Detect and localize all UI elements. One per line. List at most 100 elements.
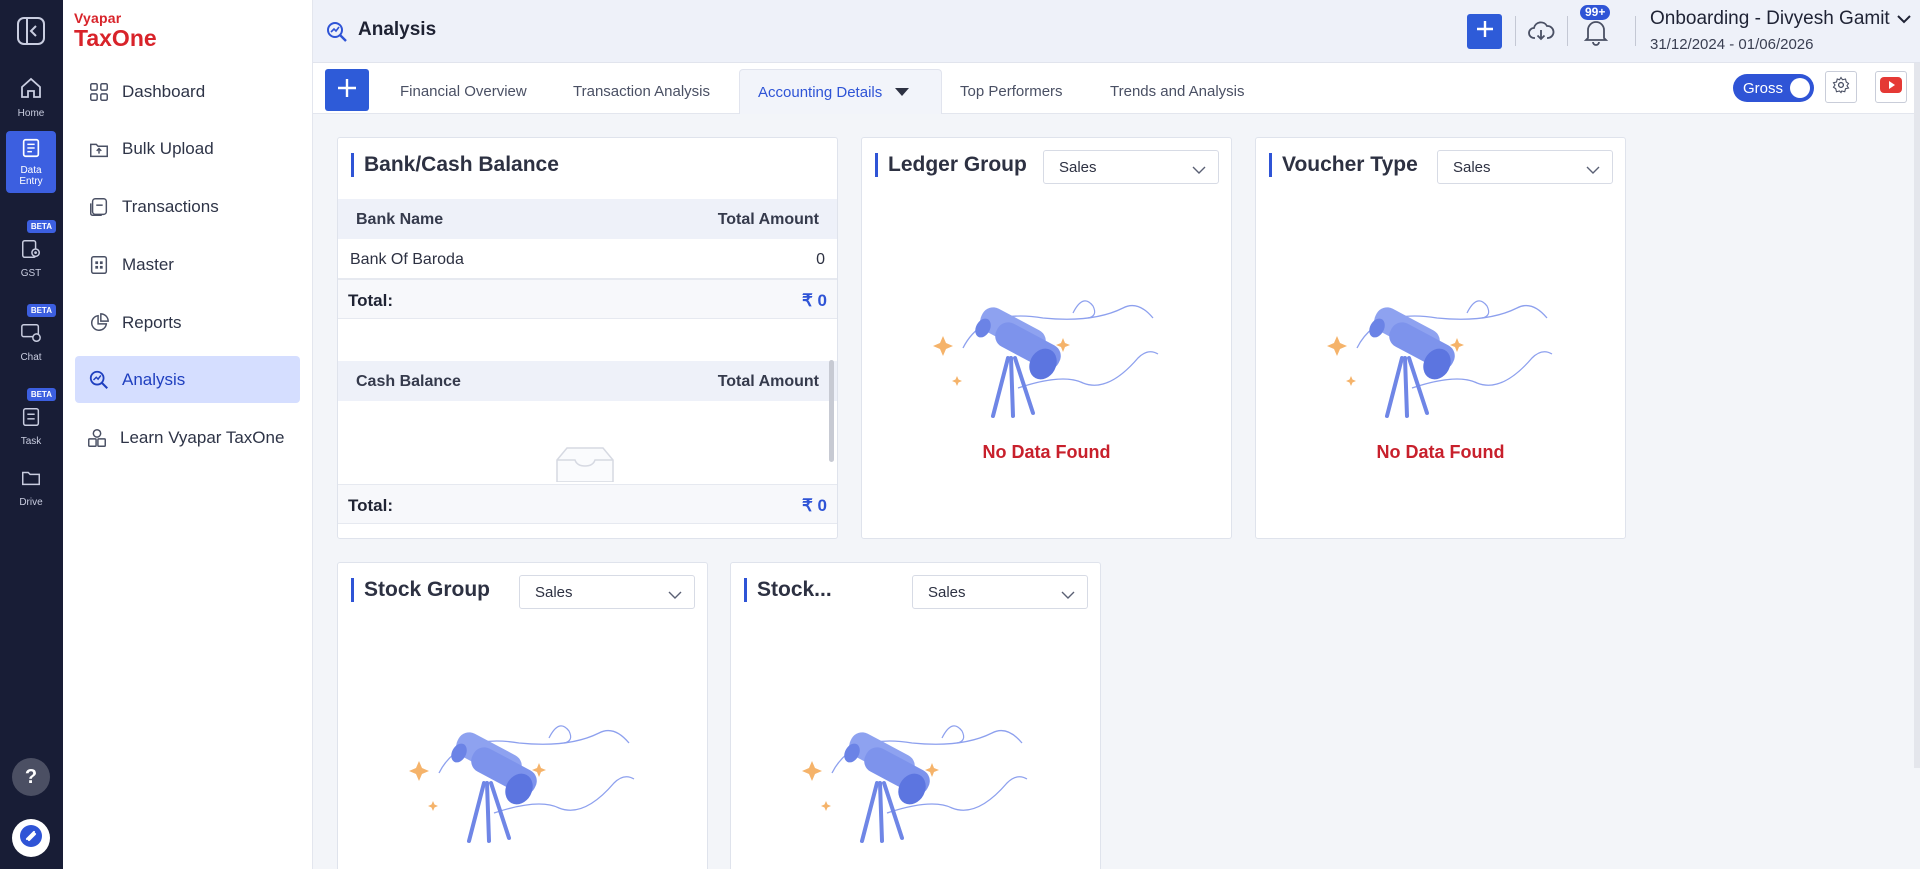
sidebar-item-analysis[interactable]: Analysis [75,356,300,403]
rail-label-line2: Entry [19,176,43,187]
sidebar-item-learn[interactable]: Learn Vyapar TaxOne [75,414,300,461]
help-button[interactable]: ? [12,758,50,796]
bank-name-cell: Bank Of Baroda [350,251,464,268]
column-header: Cash Balance [356,373,461,390]
icon-rail: Home Data Entry BETA GST BETA Chat BETA … [0,0,63,869]
sidebar-item-master[interactable]: Master [75,241,300,288]
gear-icon [1832,75,1850,99]
support-chat-icon [17,822,45,855]
card-title: Voucher Type [1269,153,1418,177]
plus-icon [336,77,358,104]
no-data-message: No Data Found [982,442,1111,462]
rail-label: Task [20,436,42,447]
tab-transaction-analysis[interactable]: Transaction Analysis [573,69,710,114]
tab-financial-overview[interactable]: Financial Overview [400,69,527,114]
tab-label: Accounting Details [758,83,883,101]
rail-item-home[interactable]: Home [6,70,56,120]
company-selector[interactable]: Onboarding - Divyesh Gamit [1650,8,1911,30]
card-title: Bank/Cash Balance [351,153,559,177]
column-header: Bank Name [356,211,444,228]
ledger-group-select[interactable]: Sales [1043,150,1219,184]
sidebar-item-label: Reports [122,312,182,332]
youtube-button[interactable] [1875,71,1907,103]
binoculars-illustration [792,713,1032,848]
rail-label: GST [20,268,42,279]
sidebar-item-transactions[interactable]: Transactions [75,183,300,230]
chevron-down-icon [1897,8,1911,30]
bell-icon[interactable] [1583,18,1609,51]
bulk-upload-icon [87,137,111,161]
stock-item-select[interactable]: Sales [912,575,1088,609]
total-label: Total: [348,291,394,310]
learn-icon [85,426,109,450]
bank-total-row: Total: ₹ 0 [338,279,837,319]
data-entry-icon [20,137,42,162]
binoculars-illustration [399,713,639,848]
divider [1635,16,1636,46]
sidebar-item-reports[interactable]: Reports [75,299,300,346]
tabs-bar: Financial Overview Transaction Analysis … [313,63,1920,114]
ledger-group-card: Ledger Group Sales No Data Found [861,137,1232,539]
sidebar-item-label: Master [122,254,174,274]
total-value: ₹ 0 [802,291,827,310]
cloud-download-icon[interactable] [1527,17,1555,50]
rail-label: Drive [19,497,43,508]
binoculars-illustration [1317,288,1557,423]
dashboard-icon [87,80,111,104]
home-icon [19,76,43,103]
collapse-sidebar-icon[interactable] [13,14,49,48]
column-header: Total Amount [717,373,819,390]
settings-button[interactable] [1825,71,1857,103]
stock-item-card: Stock... Sales [730,562,1101,869]
chat-icon [20,322,42,347]
beta-badge: BETA [26,220,56,233]
analysis-icon [87,368,111,392]
rail-item-gst[interactable]: BETA GST [6,220,56,279]
analysis-header-icon [325,20,349,49]
notification-badge: 99+ [1580,5,1611,20]
chevron-down-icon [668,587,682,604]
youtube-icon [1880,76,1902,98]
caret-down-icon[interactable] [894,84,910,101]
stock-group-card: Stock Group Sales [337,562,708,869]
drive-icon [20,467,42,492]
binoculars-illustration [923,288,1163,423]
brand-top: Vyapar [74,10,122,26]
card-title: Stock Group [351,578,490,602]
support-chat-button[interactable] [12,819,50,857]
reports-icon [87,311,111,335]
rail-item-chat[interactable]: BETA Chat [6,304,56,363]
date-range[interactable]: 31/12/2024 - 01/06/2026 [1650,36,1813,53]
select-value: Sales [1453,158,1491,176]
create-button[interactable] [1467,14,1502,49]
company-name: Onboarding - Divyesh Gamit [1650,8,1890,30]
brand-logo[interactable]: Vyapar TaxOne [74,10,157,50]
rail-item-data-entry[interactable]: Data Entry [6,131,56,193]
gross-label: Gross [1743,79,1784,97]
add-widget-button[interactable] [325,69,369,111]
tab-trends-analysis[interactable]: Trends and Analysis [1110,69,1245,114]
sidebar-item-label: Analysis [122,369,186,389]
beta-badge: BETA [26,388,56,401]
scrollbar[interactable] [829,360,834,462]
sidebar-item-label: Learn Vyapar TaxOne [120,427,285,447]
sidebar-item-bulk-upload[interactable]: Bulk Upload [75,125,300,172]
voucher-type-select[interactable]: Sales [1437,150,1613,184]
gst-icon [20,238,42,263]
cash-total-row: Total: ₹ 0 [338,484,837,524]
page-scrollbar[interactable] [1914,63,1920,768]
beta-badge: BETA [26,304,56,317]
divider [1515,16,1516,46]
rail-item-task[interactable]: BETA Task [6,388,56,447]
divider [1567,16,1568,46]
tab-accounting-details[interactable]: Accounting Details [739,69,942,114]
rail-item-drive[interactable]: Drive [6,461,56,508]
brand-bottom: TaxOne [74,25,157,51]
sidebar-item-dashboard[interactable]: Dashboard [75,68,300,115]
no-data-message: No Data Found [1376,442,1505,462]
tab-top-performers[interactable]: Top Performers [960,69,1063,114]
sidebar-item-label: Bulk Upload [122,138,214,158]
rail-label: Home [17,108,45,119]
stock-group-select[interactable]: Sales [519,575,695,609]
gross-toggle[interactable]: Gross [1733,74,1814,102]
